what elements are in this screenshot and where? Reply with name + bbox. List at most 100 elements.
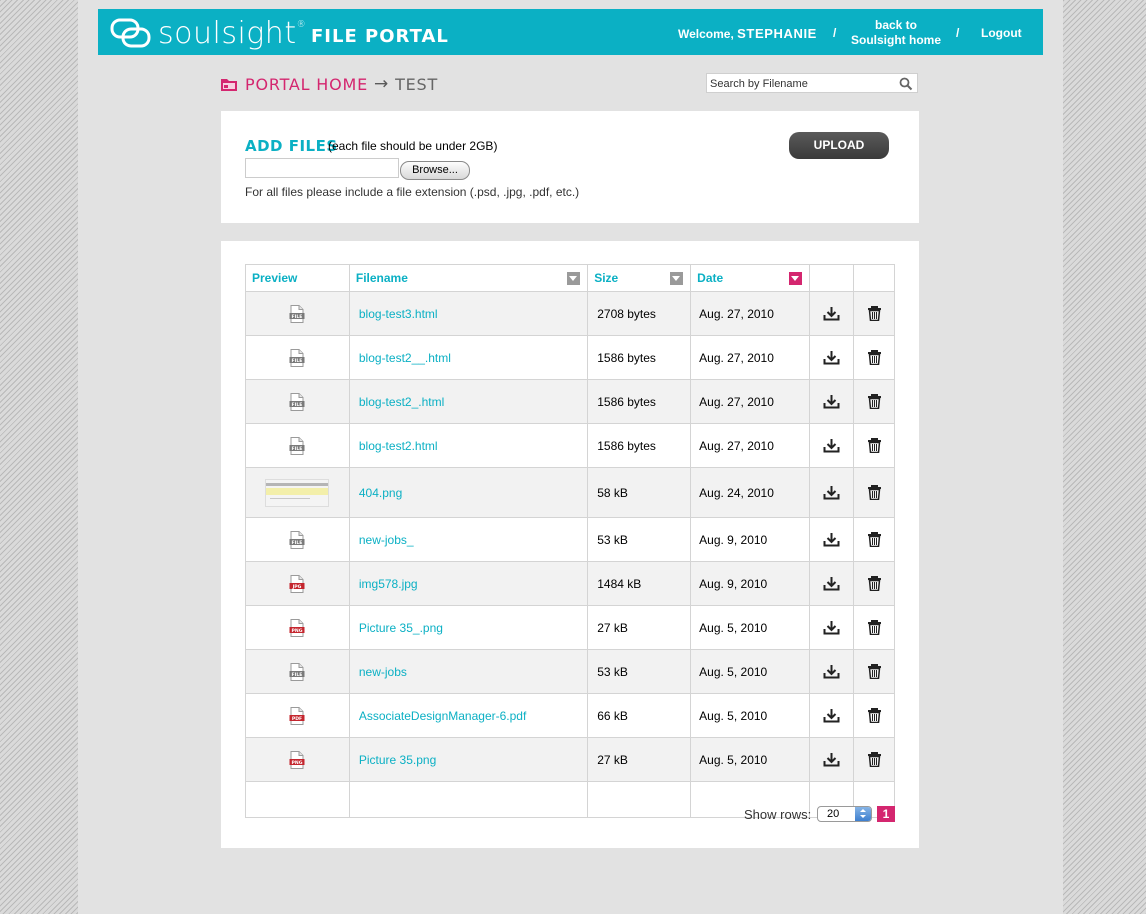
filename-link[interactable]: Picture 35_.png <box>359 621 443 635</box>
trash-icon[interactable] <box>866 664 883 680</box>
download-icon[interactable] <box>823 708 840 723</box>
download-icon[interactable] <box>823 485 840 500</box>
filename-link[interactable]: blog-test2__.html <box>359 351 451 365</box>
filename-link[interactable]: blog-test2_.html <box>359 395 444 409</box>
download-icon[interactable] <box>823 620 840 635</box>
filename-cell: 404.png <box>348 467 589 518</box>
svg-text:FILE: FILE <box>292 671 303 677</box>
trash-icon[interactable] <box>866 576 883 592</box>
filename-cell: blog-test2.html <box>348 423 589 468</box>
filename-link[interactable]: blog-test3.html <box>359 307 438 321</box>
download-cell <box>808 693 855 738</box>
browse-button[interactable]: Browse... <box>400 161 470 180</box>
search-input[interactable] <box>707 75 890 93</box>
back-home-line1: back to <box>874 18 917 32</box>
date-cell: Aug. 9, 2010 <box>690 561 810 606</box>
sort-size-icon[interactable] <box>670 272 684 285</box>
welcome-prefix: Welcome, <box>678 27 734 41</box>
table-row: PNG Picture 35_.png 27 kB Aug. 5, 2010 <box>245 605 895 650</box>
soulsight-logo[interactable]: soulsight® <box>110 16 306 51</box>
download-icon[interactable] <box>823 394 840 409</box>
svg-text:FILE: FILE <box>292 357 303 363</box>
trash-icon[interactable] <box>866 306 883 322</box>
nav-separator: / <box>833 26 837 40</box>
rows-per-page-select[interactable]: 20 <box>817 806 872 822</box>
download-cell <box>808 335 855 380</box>
filename-cell: Picture 35_.png <box>348 605 589 650</box>
date-cell: Aug. 5, 2010 <box>690 649 810 694</box>
png-file-icon[interactable]: PNG <box>289 750 305 769</box>
sort-filename-icon[interactable] <box>567 272 581 285</box>
column-header-delete <box>853 264 895 292</box>
table-row: FILE blog-test2_.html 1586 bytes Aug. 27, 2… <box>245 379 895 424</box>
sort-date-icon[interactable] <box>788 272 802 285</box>
column-header-filename-label: Filename <box>355 271 408 285</box>
trash-icon[interactable] <box>866 532 883 548</box>
svg-text:FILE: FILE <box>292 445 303 451</box>
filename-link[interactable]: AssociateDesignManager-6.pdf <box>359 709 526 723</box>
column-header-filename[interactable]: Filename <box>348 264 589 292</box>
date-cell: Aug. 27, 2010 <box>690 379 810 424</box>
preview-cell: JPG <box>245 561 350 606</box>
png-file-icon[interactable]: PNG <box>289 618 305 637</box>
column-header-date-label: Date <box>697 271 724 285</box>
breadcrumb-portal-home[interactable]: PORTAL HOME <box>245 75 368 94</box>
file-icon[interactable]: FILE <box>289 392 305 411</box>
delete-cell <box>853 737 895 782</box>
page-number-button[interactable]: 1 <box>877 806 895 822</box>
column-header-download <box>808 264 855 292</box>
file-icon[interactable]: FILE <box>289 436 305 455</box>
filename-link[interactable]: blog-test2.html <box>359 439 438 453</box>
search-icon[interactable] <box>899 77 913 91</box>
files-panel: Preview Filename Size Date FILE blog-test… <box>221 241 919 848</box>
jpg-file-icon[interactable]: JPG <box>289 574 305 593</box>
download-icon[interactable] <box>823 532 840 547</box>
download-cell <box>808 605 855 650</box>
filename-link[interactable]: Picture 35.png <box>359 753 436 767</box>
breadcrumb: PORTAL HOME → TEST <box>221 74 438 94</box>
trash-icon[interactable] <box>866 708 883 724</box>
image-thumbnail[interactable] <box>265 478 330 507</box>
download-icon[interactable] <box>823 438 840 453</box>
trash-icon[interactable] <box>866 752 883 768</box>
logout-link[interactable]: Logout <box>981 26 1022 40</box>
trash-icon[interactable] <box>866 394 883 410</box>
download-icon[interactable] <box>823 350 840 365</box>
download-icon[interactable] <box>823 576 840 591</box>
size-cell: 58 kB <box>587 467 692 518</box>
filename-link[interactable]: 404.png <box>359 486 402 500</box>
upload-button[interactable]: UPLOAD <box>789 132 889 159</box>
file-icon[interactable]: FILE <box>289 530 305 549</box>
welcome-message: Welcome, STEPHANIE <box>678 26 817 41</box>
filename-link[interactable]: new-jobs <box>359 665 407 679</box>
filename-link[interactable]: new-jobs_ <box>359 533 414 547</box>
download-icon[interactable] <box>823 664 840 679</box>
file-icon[interactable]: FILE <box>289 304 305 323</box>
delete-cell <box>853 423 895 468</box>
search-box <box>706 73 918 93</box>
nav-separator: / <box>956 26 960 40</box>
trash-icon[interactable] <box>866 350 883 366</box>
file-icon[interactable]: FILE <box>289 348 305 367</box>
svg-text:PDF: PDF <box>292 715 302 721</box>
trash-icon[interactable] <box>866 485 883 501</box>
breadcrumb-arrow-icon: → <box>374 74 390 94</box>
download-icon[interactable] <box>823 752 840 767</box>
back-to-home-link[interactable]: back to Soulsight home <box>850 18 942 48</box>
pdf-file-icon[interactable]: PDF <box>289 706 305 725</box>
download-cell <box>808 291 855 336</box>
filename-link[interactable]: img578.jpg <box>359 577 418 591</box>
column-header-date[interactable]: Date <box>690 264 810 292</box>
trash-icon[interactable] <box>866 438 883 454</box>
download-icon[interactable] <box>823 306 840 321</box>
delete-cell <box>853 291 895 336</box>
delete-cell <box>853 335 895 380</box>
size-cell: 2708 bytes <box>587 291 692 336</box>
breadcrumb-current: TEST <box>395 74 439 94</box>
date-cell: Aug. 5, 2010 <box>690 693 810 738</box>
file-path-field[interactable] <box>245 158 399 178</box>
preview-cell: PDF <box>245 693 350 738</box>
column-header-size[interactable]: Size <box>587 264 692 292</box>
trash-icon[interactable] <box>866 620 883 636</box>
file-icon[interactable]: FILE <box>289 662 305 681</box>
